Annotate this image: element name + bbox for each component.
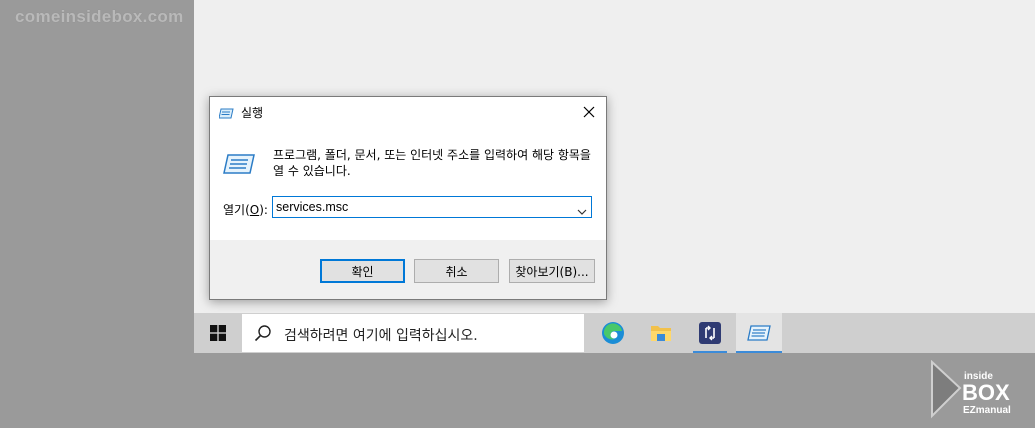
- remote-desktop-icon: [699, 322, 721, 344]
- svg-text:EZmanual: EZmanual: [963, 405, 1011, 416]
- start-button[interactable]: [194, 313, 242, 353]
- open-input[interactable]: [273, 197, 571, 217]
- close-icon: [583, 106, 595, 118]
- dialog-description: 프로그램, 폴더, 문서, 또는 인터넷 주소를 입력하여 해당 항목을 열 수…: [273, 148, 591, 178]
- svg-text:BOX: BOX: [962, 380, 1010, 405]
- dialog-titlebar[interactable]: 실행: [210, 97, 606, 127]
- run-icon: [747, 325, 771, 341]
- open-combobox[interactable]: [272, 196, 592, 218]
- taskbar-run[interactable]: [736, 313, 782, 353]
- run-large-icon: [223, 153, 255, 179]
- edge-icon: [602, 322, 624, 344]
- open-label: 열기(O):: [223, 203, 268, 217]
- run-small-icon: [218, 105, 234, 124]
- dialog-body: 프로그램, 폴더, 문서, 또는 인터넷 주소를 입력하여 해당 항목을 열 수…: [210, 127, 606, 240]
- cancel-button[interactable]: 취소: [414, 259, 499, 283]
- search-placeholder: 검색하려면 여기에 입력하십시오.: [284, 328, 478, 344]
- run-dialog: 실행 프로그램, 폴더, 문서, 또는 인터넷 주소를 입력하여 해당 항목을 …: [209, 96, 607, 300]
- dialog-title: 실행: [241, 106, 264, 120]
- taskbar-edge[interactable]: [590, 313, 636, 353]
- taskbar-remote-desktop[interactable]: [687, 313, 733, 353]
- file-explorer-icon: [651, 326, 671, 341]
- ok-button[interactable]: 확인: [320, 259, 405, 283]
- insidebox-logo: inside BOX EZmanual: [930, 359, 1025, 424]
- taskbar: 검색하려면 여기에 입력하십시오.: [194, 313, 1035, 353]
- active-indicator: [736, 351, 782, 353]
- browse-button[interactable]: 찾아보기(B)...: [509, 259, 595, 283]
- close-button[interactable]: [572, 97, 606, 127]
- watermark-text: comeinsidebox.com: [15, 7, 184, 26]
- search-icon: [254, 324, 272, 346]
- running-indicator: [693, 351, 727, 353]
- windows-logo-icon: [210, 325, 226, 341]
- taskbar-file-explorer[interactable]: [638, 313, 684, 353]
- taskbar-search-box[interactable]: 검색하려면 여기에 입력하십시오.: [242, 314, 584, 352]
- chevron-down-icon[interactable]: [577, 202, 587, 221]
